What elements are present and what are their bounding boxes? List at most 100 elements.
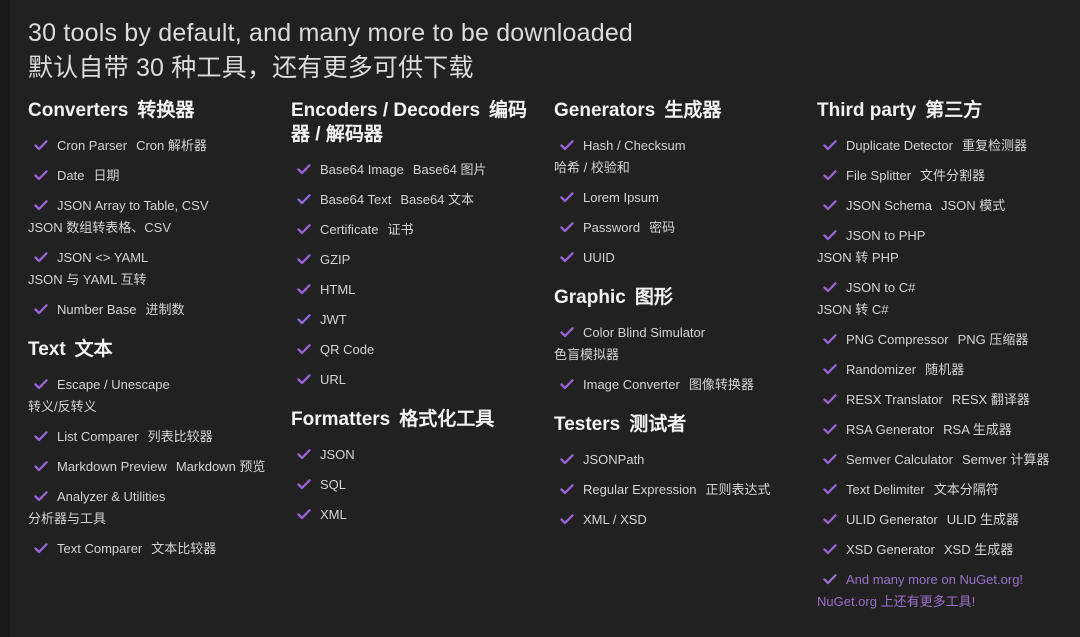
page-title-zh: 默认自带 30 种工具，还有更多可供下载 — [28, 51, 1062, 86]
tool-name-en: JSON Array to Table, CSV — [57, 198, 209, 213]
section-title-zh: 文本 — [75, 339, 113, 360]
section-title: Converters转换器 — [28, 99, 273, 123]
tool-item-json-to-c: JSON to C#JSON 转 C# — [817, 278, 1062, 320]
tool-item-xml-xsd: XML / XSD — [554, 510, 799, 530]
tool-name-en: Regular Expression — [583, 482, 696, 497]
check-icon — [34, 196, 48, 207]
tool-item-base64-text: Base64 TextBase64 文本 — [291, 190, 536, 210]
tool-item-number-base: Number Base 进制数 — [28, 300, 273, 320]
tool-name-zh: 文本比较器 — [151, 541, 216, 556]
tool-name-zh: 正则表达式 — [705, 482, 770, 497]
check-icon — [34, 457, 48, 468]
check-icon — [297, 445, 311, 456]
tool-name-en: Password — [583, 220, 640, 235]
tool-name-en: List Comparer — [57, 429, 139, 444]
tool-name-zh: 色盲模拟器 — [554, 345, 799, 365]
tools-column-1: Converters转换器Cron ParserCron 解析器Date日期JS… — [28, 99, 273, 630]
tool-name-en: Semver Calculator — [846, 452, 953, 467]
tool-name-zh: JSON 数组转表格、CSV — [28, 218, 273, 238]
tool-name-en: XSD Generator — [846, 542, 935, 557]
tool-name-en: Number Base — [57, 302, 136, 317]
tool-item-duplicate-detector: Duplicate Detector 重复检测器 — [817, 136, 1062, 156]
section-text: Text文本Escape / Unescape转义/反转义List Compar… — [28, 338, 273, 559]
tools-column-4: Third party 第三方 Duplicate Detector 重复检测器 Fil… — [817, 99, 1062, 630]
section-encoders-decoders: Encoders / Decoders编码器 / 解码器Base64 Image… — [291, 99, 536, 390]
tools-column-2: Encoders / Decoders编码器 / 解码器Base64 Image… — [291, 99, 536, 630]
tool-item-randomizer: Randomizer随机器 — [817, 360, 1062, 380]
section-title: Encoders / Decoders编码器 / 解码器 — [291, 99, 536, 147]
tool-name-zh: Cron 解析器 — [136, 138, 207, 153]
check-icon — [34, 375, 48, 386]
check-icon — [560, 218, 574, 229]
check-icon — [297, 310, 311, 321]
check-icon — [34, 300, 48, 311]
page-title-en: 30 tools by default, and many more to be… — [28, 16, 1062, 51]
check-icon — [823, 480, 837, 491]
tool-name-en: GZIP — [320, 252, 350, 267]
check-icon — [297, 220, 311, 231]
check-icon — [560, 323, 574, 334]
check-icon — [297, 190, 311, 201]
tool-item-file-splitter: File Splitter 文件分割器 — [817, 166, 1062, 186]
check-icon — [34, 539, 48, 550]
tool-item-analyzer-utilities: Analyzer & Utilities分析器与工具 — [28, 487, 273, 529]
tool-item-json-array-to-table-csv: JSON Array to Table, CSV JSON 数组转表格、CSV — [28, 196, 273, 238]
section-title: Third party 第三方 — [817, 99, 1062, 123]
tool-name-en: QR Code — [320, 342, 374, 357]
section-title-zh: 格式化工具 — [399, 409, 494, 430]
tool-name-en: JWT — [320, 312, 347, 327]
tool-name-en: Escape / Unescape — [57, 377, 170, 392]
section-title-zh: 第三方 — [925, 100, 982, 121]
check-icon — [823, 136, 837, 147]
tool-name-zh: 图像转换器 — [689, 377, 754, 392]
tool-item-lorem-ipsum: Lorem Ipsum — [554, 188, 799, 208]
tool-name-en: XML — [320, 507, 347, 522]
section-title-en: Generators — [554, 100, 655, 121]
tool-name-zh: JSON 转 PHP — [817, 248, 1062, 268]
check-icon — [823, 330, 837, 341]
tool-name-en: Duplicate Detector — [846, 138, 953, 153]
tool-name-en: File Splitter — [846, 168, 911, 183]
tool-name-zh: 重复检测器 — [962, 138, 1027, 153]
check-icon — [823, 450, 837, 461]
check-icon — [823, 196, 837, 207]
tool-item-text-comparer: Text Comparer文本比较器 — [28, 539, 273, 559]
tool-item-date: Date日期 — [28, 166, 273, 186]
tool-name-en: Markdown Preview — [57, 459, 167, 474]
tool-name-en: Date — [57, 168, 84, 183]
tool-name-en: JSON Schema — [846, 198, 932, 213]
check-icon — [560, 136, 574, 147]
tool-name-zh: 进制数 — [145, 302, 184, 317]
tool-item-xml: XML — [291, 505, 536, 525]
tool-name-en: PNG Compressor — [846, 332, 949, 347]
tools-grid: Converters转换器Cron ParserCron 解析器Date日期JS… — [28, 99, 1062, 630]
check-icon — [34, 427, 48, 438]
tool-name-zh: 文件分割器 — [920, 168, 985, 183]
section-title-en: Encoders / Decoders — [291, 100, 480, 121]
tool-name-zh: Base64 文本 — [400, 192, 474, 207]
tool-name-en: Hash / Checksum — [583, 138, 686, 153]
tool-name-en: RESX Translator — [846, 392, 943, 407]
tool-item-sql: SQL — [291, 475, 536, 495]
section-title-en: Graphic — [554, 287, 626, 308]
tool-name-en: Text Delimiter — [846, 482, 925, 497]
tool-item-jwt: JWT — [291, 310, 536, 330]
check-icon — [823, 570, 837, 581]
check-icon — [297, 160, 311, 171]
tool-item-rsa-generator: RSA GeneratorRSA 生成器 — [817, 420, 1062, 440]
tool-item-json: JSON — [291, 445, 536, 465]
section-formatters: Formatters格式化工具JSONSQLXML — [291, 408, 536, 525]
check-icon — [297, 340, 311, 351]
section-title-en: Testers — [554, 414, 620, 435]
section-title-en: Text — [28, 339, 66, 360]
check-icon — [297, 505, 311, 516]
section-title-en: Third party — [817, 100, 916, 121]
tool-link-and-many-more-on-nuget-org[interactable]: And many more on NuGet.org!NuGet.org 上还有… — [817, 570, 1062, 612]
tool-item-gzip: GZIP — [291, 250, 536, 270]
check-icon — [34, 487, 48, 498]
tool-item-image-converter: Image Converter图像转换器 — [554, 375, 799, 395]
tool-name-en: URL — [320, 372, 346, 387]
tool-item-list-comparer: List Comparer列表比较器 — [28, 427, 273, 447]
tool-name-zh: ULID 生成器 — [947, 512, 1019, 527]
tool-item-html: HTML — [291, 280, 536, 300]
